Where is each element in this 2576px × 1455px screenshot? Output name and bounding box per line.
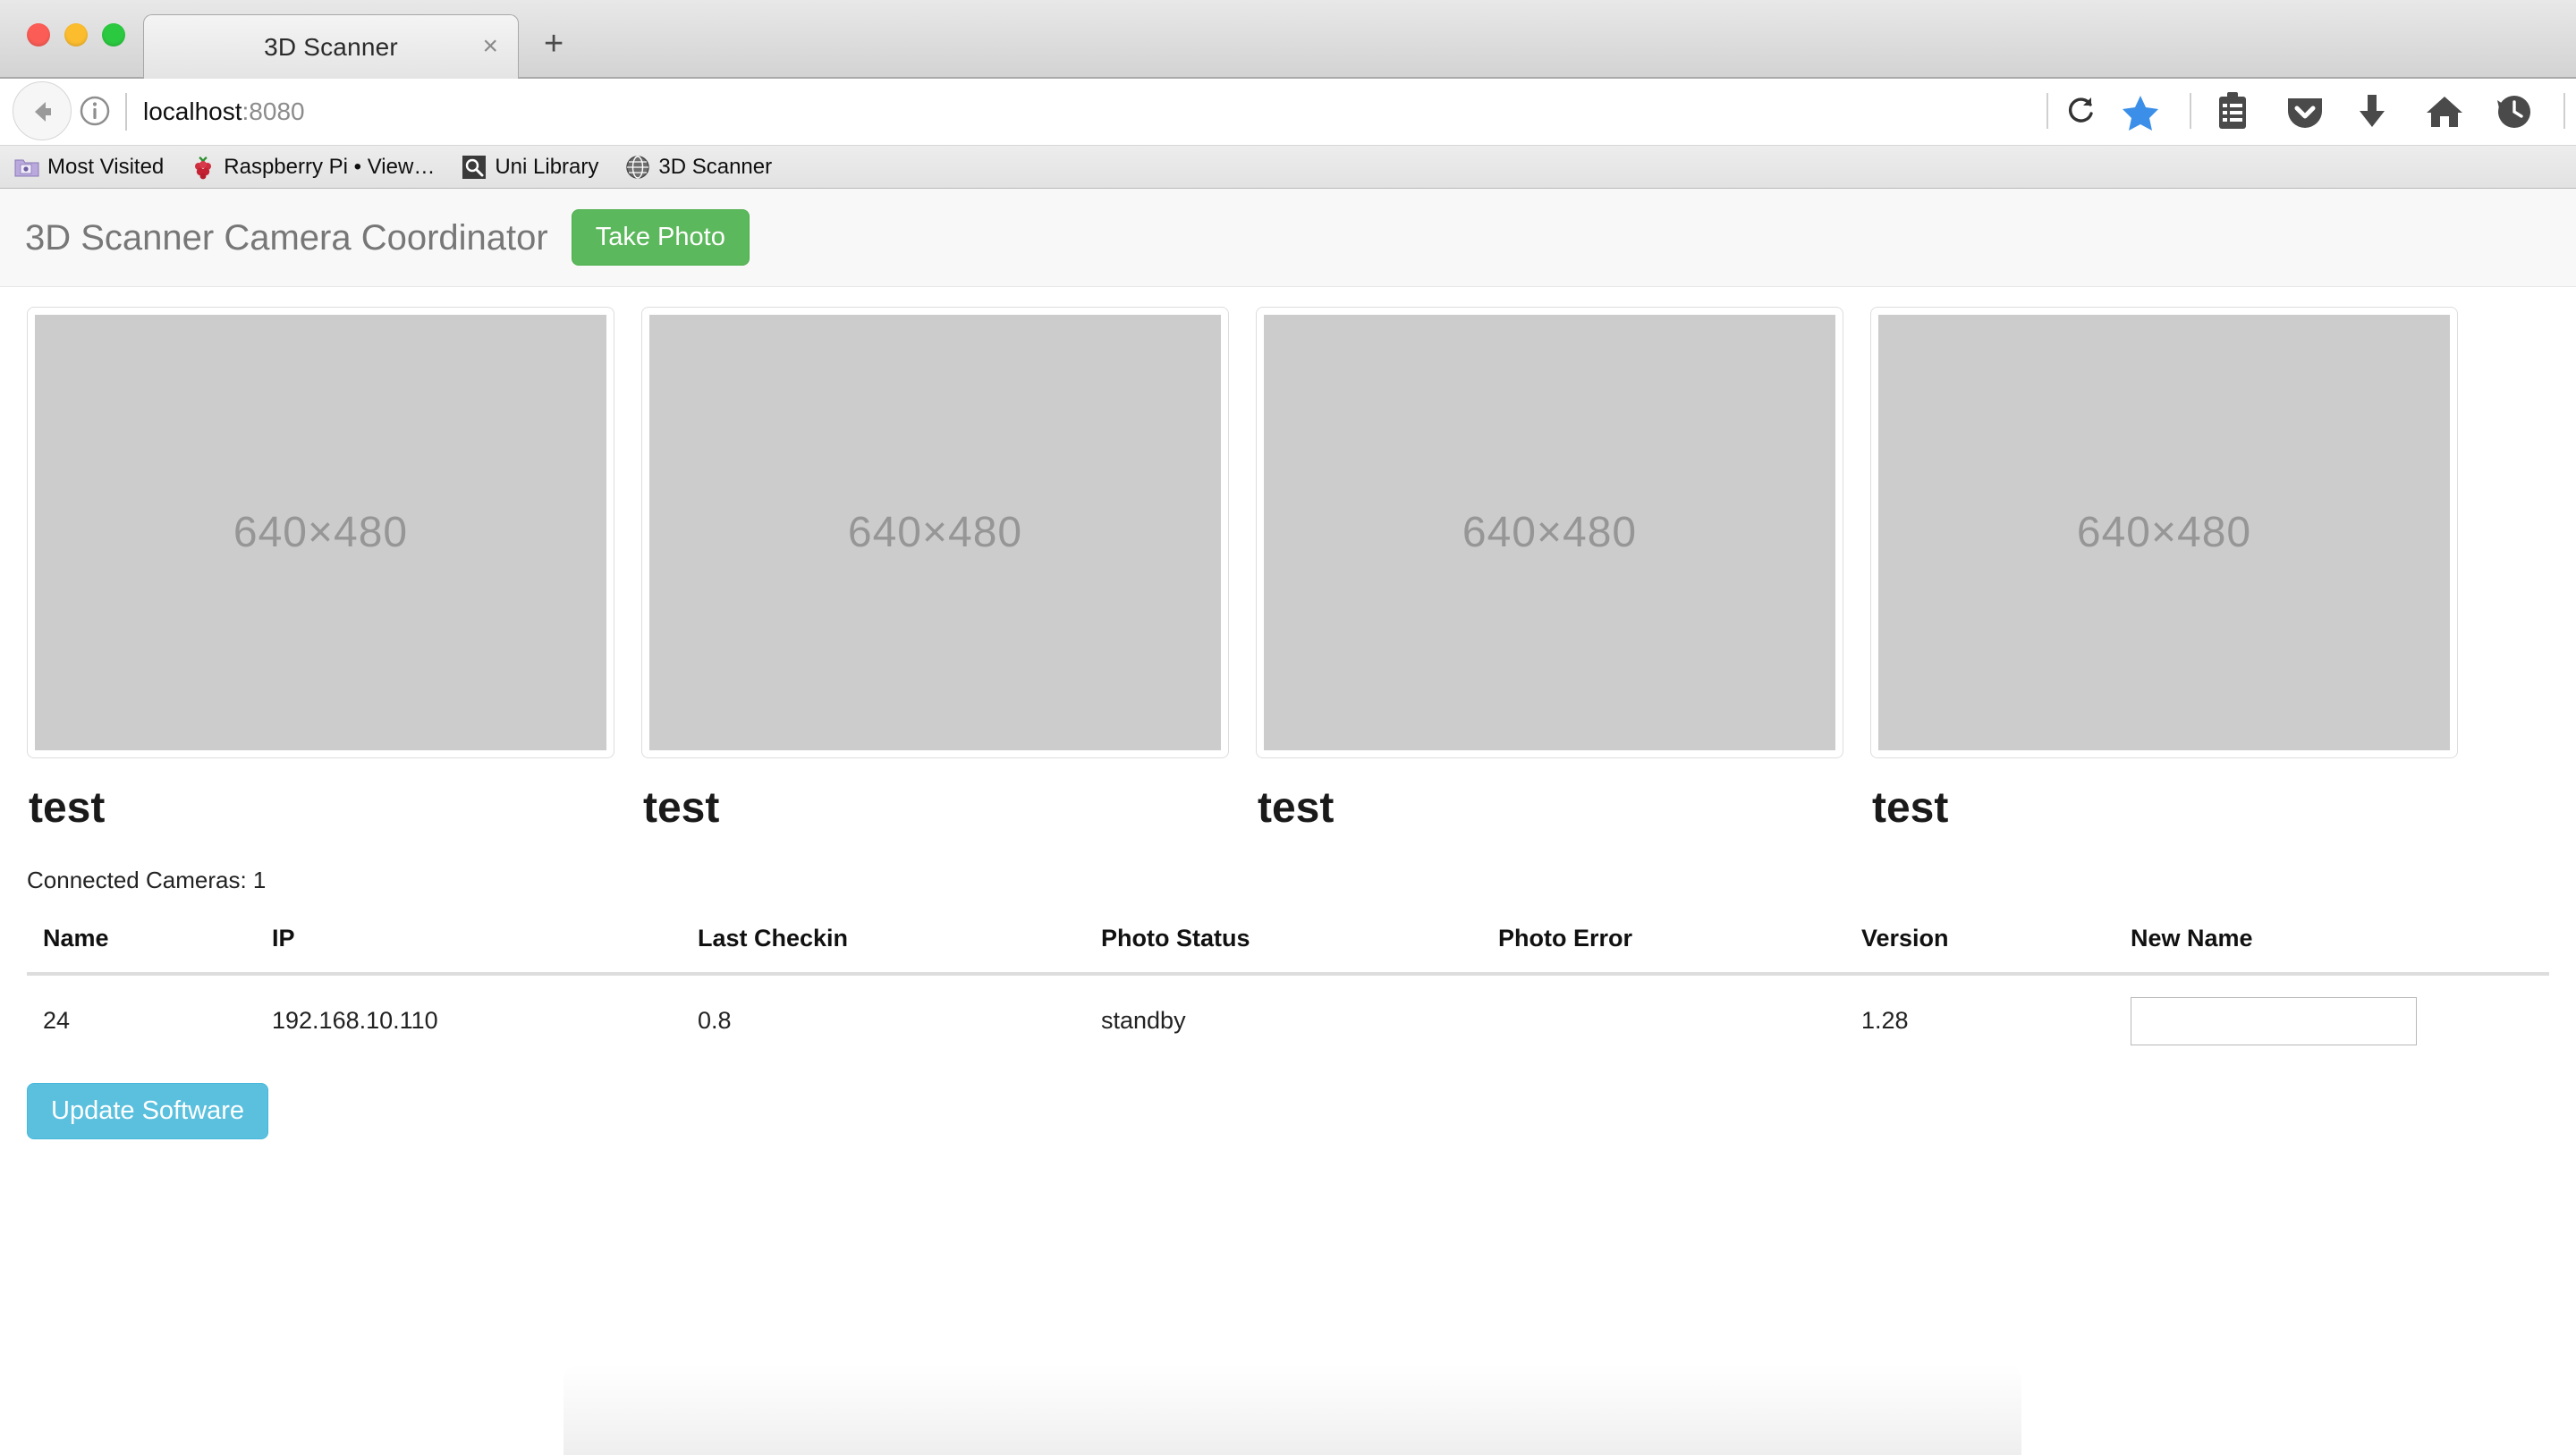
globe-icon [625,155,650,180]
camera-thumbnail[interactable]: 640×480 [1256,307,1843,758]
table-body: 24 192.168.10.110 0.8 standby 1.28 [27,974,2549,1067]
url-port: :8080 [242,97,305,125]
downloads-icon[interactable] [2354,86,2401,136]
site-info-icon[interactable] [79,95,111,127]
cell-name: 24 [27,974,256,1067]
cell-photo-status: standby [1085,974,1482,1067]
column-header-last-checkin: Last Checkin [682,914,1085,974]
placeholder-size-label: 640×480 [2077,508,2251,557]
placeholder-size-label: 640×480 [848,508,1022,557]
camera-thumbnail[interactable]: 640×480 [641,307,1229,758]
column-header-version: Version [1845,914,2114,974]
bookmark-star-icon[interactable] [2120,86,2166,136]
new-name-input[interactable] [2131,997,2417,1045]
maximize-window-button[interactable] [102,23,125,47]
camera-thumbnail[interactable]: 640×480 [27,307,614,758]
bookmark-uni-library[interactable]: Uni Library [462,155,598,180]
toolbar-separator-2 [2563,93,2565,129]
pocket-icon[interactable] [2284,86,2331,136]
camera-table-area: Connected Cameras: 1 Name IP Last Checki… [0,867,2576,1139]
close-tab-icon[interactable]: × [482,31,498,62]
search-icon [462,155,487,180]
camera-name-label: test [643,785,1229,833]
url-host: localhost [143,97,242,125]
placeholder-size-label: 640×480 [1462,508,1637,557]
raspberry-icon [191,155,216,180]
cell-photo-error [1482,974,1845,1067]
bookmark-label: Raspberry Pi • View… [224,155,435,180]
camera-thumbnail-row: 640×480 test 640×480 test 640×480 [0,287,2576,833]
url-divider [125,93,127,131]
bookmark-raspberry-pi[interactable]: Raspberry Pi • View… [191,155,435,180]
column-header-photo-error: Photo Error [1482,914,1845,974]
camera-image-placeholder: 640×480 [35,315,606,750]
minimize-window-button[interactable] [64,23,88,47]
camera-name-label: test [1872,785,2458,833]
tab-title: 3D Scanner [144,33,518,62]
column-header-ip: IP [256,914,682,974]
reader-list-icon[interactable] [2215,86,2261,136]
connected-cameras-count: Connected Cameras: 1 [27,867,2549,894]
cell-version: 1.28 [1845,974,2114,1067]
camera-card: 640×480 test [27,307,614,833]
column-header-new-name: New Name [2114,914,2549,974]
home-icon[interactable] [2424,86,2470,136]
cameras-table: Name IP Last Checkin Photo Status Photo … [27,914,2549,1067]
column-header-name: Name [27,914,256,974]
camera-image-placeholder: 640×480 [1264,315,1835,750]
cell-ip: 192.168.10.110 [256,974,682,1067]
back-button[interactable] [13,81,72,140]
camera-card: 640×480 test [641,307,1229,833]
table-header-row: Name IP Last Checkin Photo Status Photo … [27,914,2549,974]
history-icon[interactable] [2494,86,2540,136]
close-window-button[interactable] [27,23,50,47]
url-bar[interactable]: localhost:8080 [143,93,305,131]
camera-thumbnail[interactable]: 640×480 [1870,307,2458,758]
camera-card: 640×480 test [1870,307,2458,833]
column-header-photo-status: Photo Status [1085,914,1482,974]
page-bottom-shadow [564,1366,2021,1455]
cell-new-name [2114,974,2549,1067]
camera-name-label: test [29,785,614,833]
table-row: 24 192.168.10.110 0.8 standby 1.28 [27,974,2549,1067]
folder-icon [14,155,39,180]
placeholder-size-label: 640×480 [233,508,408,557]
browser-titlebar: 3D Scanner × + [0,0,2576,79]
camera-image-placeholder: 640×480 [1878,315,2450,750]
cell-last-checkin: 0.8 [682,974,1085,1067]
app-header: 3D Scanner Camera Coordinator Take Photo [0,189,2576,287]
bookmark-label: Most Visited [47,155,164,180]
bookmark-label: 3D Scanner [658,155,772,180]
bookmark-3d-scanner[interactable]: 3D Scanner [625,155,772,180]
browser-window: 3D Scanner × + localhost:8080 [0,0,2576,1454]
browser-tab[interactable]: 3D Scanner × [143,14,519,79]
window-controls [27,23,125,47]
browser-toolbar: localhost:8080 [0,79,2576,146]
toolbar-icon-group [2120,86,2576,136]
toolbar-separator [2190,93,2191,129]
camera-name-label: test [1258,785,1843,833]
table-head: Name IP Last Checkin Photo Status Photo … [27,914,2549,974]
take-photo-button[interactable]: Take Photo [572,209,750,266]
bookmark-label: Uni Library [495,155,598,180]
page-content: 3D Scanner Camera Coordinator Take Photo… [0,189,2576,1455]
update-software-button[interactable]: Update Software [27,1083,268,1139]
camera-card: 640×480 test [1256,307,1843,833]
reload-icon[interactable] [2048,84,2113,138]
bookmark-most-visited[interactable]: Most Visited [14,155,164,180]
page-title: 3D Scanner Camera Coordinator [25,220,548,256]
bookmarks-bar: Most Visited Raspberry Pi • View… [0,146,2576,189]
camera-image-placeholder: 640×480 [649,315,1221,750]
new-tab-icon[interactable]: + [544,27,564,61]
